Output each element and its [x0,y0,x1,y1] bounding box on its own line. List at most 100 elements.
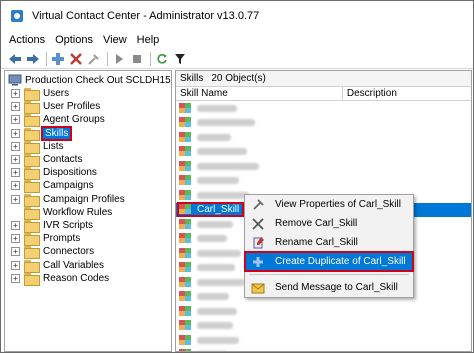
tree-item-workflow-rules[interactable]: Workflow Rules [5,206,171,220]
toolbar-separator [46,51,47,66]
tree-item-user-profiles[interactable]: + User Profiles [5,100,171,115]
duplicate-icon [251,255,265,269]
title-bar: Virtual Contact Center - Administrator v… [1,1,473,31]
folder-icon [24,127,40,141]
remove-icon [251,217,265,231]
expand-icon[interactable]: + [11,194,20,204]
filter-icon[interactable] [172,51,188,67]
skill-icon [179,247,192,259]
redacted-skill-name [197,278,245,286]
menu-item-create-duplicate[interactable]: Create Duplicate of Carl_Skill [244,251,414,272]
expand-icon[interactable]: + [11,247,20,257]
folder-icon [24,246,40,260]
toolbar-separator [107,51,108,66]
expand-icon[interactable]: + [11,220,20,230]
skill-row[interactable] [176,116,471,131]
menu-item-view-properties[interactable]: View Properties of Carl_Skill [245,195,413,214]
tree-root[interactable]: Production Check Out SCLDH152 [5,73,171,87]
skill-row[interactable] [176,145,471,160]
skill-row[interactable] [176,101,471,116]
skill-row[interactable] [176,333,471,348]
menu-item-send-message[interactable]: Send Message to Carl_Skill [245,278,413,297]
tree-item-agent-groups[interactable]: + Agent Groups [5,113,171,128]
tree-item-call-variables[interactable]: + Call Variables [5,258,171,273]
server-icon [8,74,22,86]
column-description[interactable]: Description [343,87,471,100]
skill-icon [179,334,192,346]
back-arrow-icon[interactable] [7,51,23,67]
tree-item-campaigns[interactable]: + Campaigns [5,179,171,194]
navigation-tree: Production Check Out SCLDH152 + Users + Us… [4,70,172,352]
skill-row[interactable] [176,174,471,189]
redacted-skill-name [197,133,231,141]
redacted-skill-name [197,351,227,352]
app-icon [10,9,24,23]
skill-row[interactable] [176,130,471,145]
expand-icon[interactable]: + [11,234,20,244]
window-title: Virtual Contact Center - Administrator v… [32,10,260,22]
expand-icon[interactable]: + [11,155,20,165]
menu-help[interactable]: Help [137,34,160,46]
stop-icon[interactable] [129,51,145,67]
menu-actions[interactable]: Actions [9,34,45,46]
tree-item-label: Connectors [43,246,95,258]
tree-item-connectors[interactable]: + Connectors [5,245,171,260]
skill-icon [179,102,192,114]
expand-icon[interactable]: + [11,141,20,151]
column-skill-name[interactable]: Skill Name [176,87,343,100]
tree-item-lists[interactable]: + Lists [5,140,171,154]
folder-icon [24,167,40,181]
skill-row[interactable] [176,348,471,352]
tree-item-label: Call Variables [43,259,104,271]
tools-icon[interactable] [86,51,102,67]
delete-icon[interactable] [68,51,84,67]
object-count: 20 Object(s) [211,73,266,84]
selected-skill[interactable]: Carl_Skill [176,202,245,218]
skill-row[interactable] [176,319,471,334]
message-icon [251,281,265,295]
tree-item-skills[interactable]: + Skills [5,125,171,141]
refresh-icon[interactable] [154,51,170,67]
expand-icon[interactable]: + [11,102,20,112]
folder-icon [24,272,40,286]
menu-item-remove[interactable]: Remove Carl_Skill [245,214,413,233]
play-icon[interactable] [111,51,127,67]
tree-item-contacts[interactable]: + Contacts [5,153,171,168]
menu-options[interactable]: Options [55,34,93,46]
redacted-skill-name [197,293,229,301]
expand-icon[interactable]: + [11,260,20,270]
tree-item-campaign-profiles[interactable]: + Campaign Profiles [5,193,171,207]
tree-item-label: Agent Groups [43,114,105,126]
tree-item-dispositions[interactable]: + Dispositions [5,166,171,181]
tree-item-label: Users [43,88,70,100]
folder-icon [24,114,40,128]
expand-icon[interactable]: + [11,273,20,283]
folder-icon [24,219,40,233]
skill-icon [179,320,192,331]
tree-item-users[interactable]: + Users [5,87,171,102]
menu-item-label: Send Message to Carl_Skill [275,282,398,293]
expand-icon[interactable]: + [11,128,20,138]
redacted-skill-name [197,119,255,127]
skill-icon [179,276,192,288]
expand-icon[interactable]: + [11,181,20,191]
folder-icon [24,154,40,168]
skill-row[interactable] [176,159,471,174]
folder-icon [24,206,40,220]
expand-icon[interactable]: + [11,168,20,178]
list-header: Skills 20 Object(s) [176,71,471,87]
tree-item-ivr-scripts[interactable]: + IVR Scripts [5,219,171,233]
expand-icon[interactable]: + [11,115,20,125]
redacted-skill-name [197,249,241,257]
menu-item-rename[interactable]: Rename Carl_Skill [245,233,413,252]
tree-root-label: Production Check Out SCLDH152 [25,74,172,86]
skill-icon [179,291,192,302]
tree-item-label: Campaigns [43,180,94,192]
forward-arrow-icon[interactable] [25,51,41,67]
skill-row[interactable] [176,304,471,319]
menu-view[interactable]: View [103,34,127,46]
tree-item-prompts[interactable]: + Prompts [5,232,171,247]
add-icon[interactable] [50,51,66,67]
tree-item-reason-codes[interactable]: + Reason Codes [5,272,171,286]
expand-icon[interactable]: + [11,89,20,99]
